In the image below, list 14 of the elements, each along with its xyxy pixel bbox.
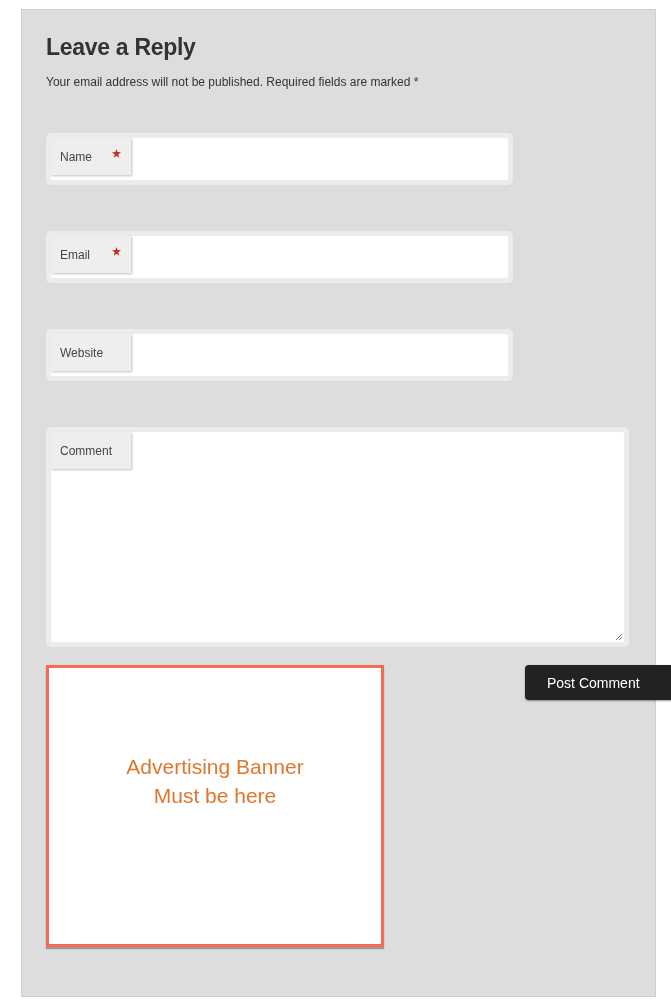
resize-handle-icon[interactable] bbox=[615, 633, 622, 640]
field-label: Comment bbox=[51, 432, 131, 469]
field-label: Email bbox=[51, 236, 131, 273]
input-field[interactable]: Name bbox=[51, 138, 508, 180]
comment-field[interactable]: Comment bbox=[51, 432, 624, 642]
input-field[interactable]: Email bbox=[51, 236, 508, 278]
field-label: Name bbox=[51, 138, 131, 175]
input-field[interactable]: Website bbox=[51, 334, 508, 376]
post-comment-button[interactable]: Post Comment bbox=[525, 665, 671, 700]
field-label: Website bbox=[51, 334, 131, 371]
banner-text: Advertising Banner bbox=[126, 754, 304, 780]
reply-title: Leave a Reply bbox=[46, 34, 197, 61]
banner-text: Must be here bbox=[153, 783, 277, 809]
required-note: Your email address will not be published. Required fields are marked * bbox=[46, 75, 420, 89]
